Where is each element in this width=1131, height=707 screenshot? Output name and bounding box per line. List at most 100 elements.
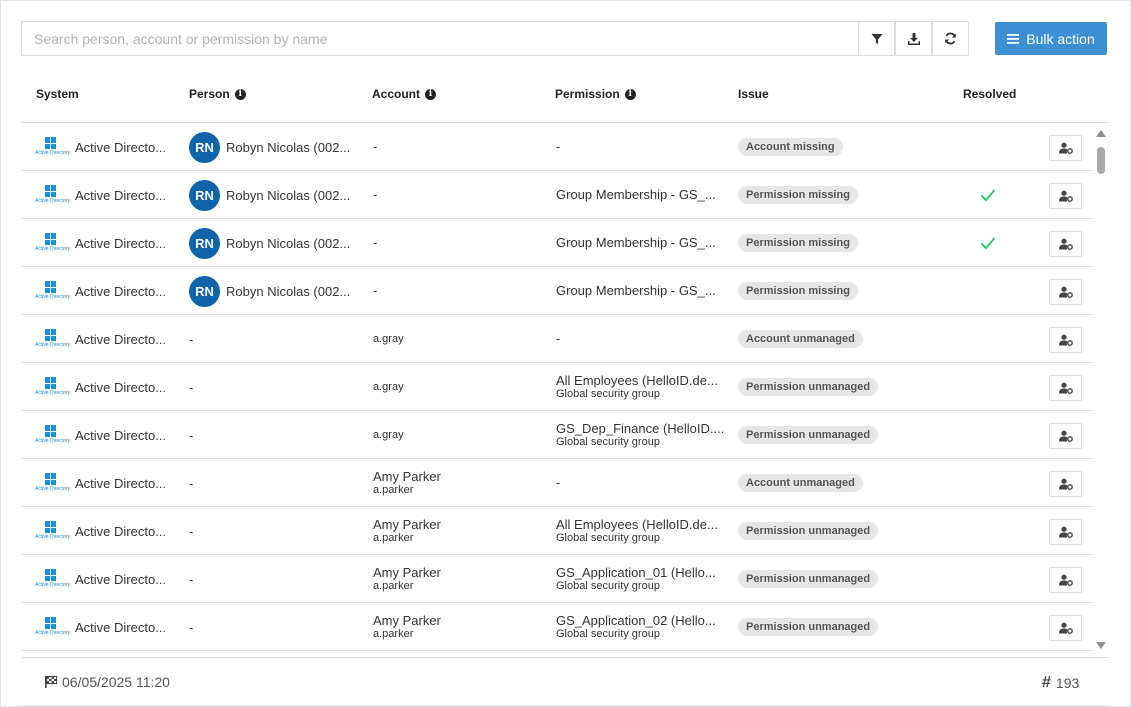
check-icon [980, 237, 996, 250]
resolve-action-button[interactable] [1049, 375, 1082, 401]
permission-name: - [556, 331, 561, 346]
table-row[interactable]: Active Directory Active Directo... RN Ro… [21, 123, 1094, 171]
avatar: RN [189, 227, 220, 259]
info-icon[interactable]: i [624, 88, 636, 100]
flag-icon [45, 676, 58, 688]
windows-icon: Active Directory [35, 425, 70, 445]
search-input[interactable] [21, 21, 859, 56]
resolve-action-button[interactable] [1049, 231, 1082, 257]
column-header-system[interactable]: System [36, 87, 79, 101]
resolve-action-button[interactable] [1049, 471, 1082, 497]
column-header-resolved-label: Resolved [963, 87, 1017, 101]
resolve-action-button[interactable] [1049, 519, 1082, 545]
resolve-action-button[interactable] [1049, 183, 1082, 209]
permission-name: All Employees (HelloID.de... [556, 372, 718, 388]
column-header-system-label: System [36, 87, 79, 101]
user-settings-icon [1058, 622, 1073, 634]
system-cell: Active Directory Active Directo... [35, 507, 166, 555]
permission-cell: GS_Dep_Finance (HelloID.... Global securi… [556, 411, 726, 459]
resolve-action-button[interactable] [1049, 279, 1082, 305]
total-count: # 193 [1042, 674, 1079, 692]
download-button[interactable] [895, 21, 932, 56]
person-name[interactable]: Robyn Nicolas (002... [226, 284, 350, 299]
person-name: - [189, 331, 194, 347]
scrollbar-thumb[interactable] [1097, 147, 1105, 174]
permission-name: GS_Dep_Finance (HelloID.... [556, 420, 725, 436]
issue-cell: Permission missing [738, 171, 858, 219]
table-row[interactable]: Active Directory Active Directo... - Amy… [21, 603, 1094, 651]
resolve-action-button[interactable] [1049, 327, 1082, 353]
person-name: - [189, 523, 194, 539]
issue-cell: Permission unmanaged [738, 363, 879, 411]
info-icon[interactable]: i [234, 88, 246, 100]
table-row[interactable]: Active Directory Active Directo... RN Ro… [21, 171, 1094, 219]
resolve-action-button[interactable] [1049, 423, 1082, 449]
user-settings-icon [1058, 526, 1073, 538]
account-name: Amy Parker [373, 612, 441, 628]
column-header-issue[interactable]: Issue [738, 87, 769, 101]
table-row[interactable]: Active Directory Active Directo... - Amy… [21, 507, 1094, 555]
table-row[interactable]: Active Directory Active Directo... - Amy… [21, 459, 1094, 507]
permission-name: GS_Application_02 (Hello... [556, 612, 716, 628]
issue-badge: Permission unmanaged [738, 522, 879, 540]
system-name: Active Directo... [75, 235, 167, 251]
issue-cell: Permission unmanaged [738, 507, 879, 555]
account-username: a.gray [373, 380, 404, 393]
system-cell: Active Directory Active Directo... [35, 315, 166, 363]
resolve-action-button[interactable] [1049, 567, 1082, 593]
resolve-action-button[interactable] [1049, 615, 1082, 641]
table-row[interactable]: Active Directory Active Directo... - a.g… [21, 363, 1094, 411]
issue-cell: Permission missing [738, 219, 858, 267]
permission-type: Global security group [556, 531, 660, 544]
account-username: a.parker [373, 531, 414, 544]
windows-icon: Active Directory [35, 233, 70, 253]
person-cell: - [189, 363, 193, 411]
account-username: a.parker [373, 579, 414, 592]
system-cell: Active Directory Active Directo... [35, 603, 166, 651]
scroll-up-arrow[interactable] [1096, 130, 1106, 137]
column-header-person[interactable]: Person i [189, 87, 246, 101]
column-header-account[interactable]: Account i [372, 87, 436, 101]
column-header-resolved[interactable]: Resolved [963, 87, 1016, 101]
issue-badge: Permission unmanaged [738, 378, 879, 396]
info-icon[interactable]: i [425, 88, 436, 100]
account-cell: a.gray [373, 411, 404, 459]
system-name: Active Directo... [75, 427, 167, 443]
issue-cell: Permission unmanaged [738, 411, 879, 459]
permission-type: Global security group [556, 627, 660, 640]
table-row[interactable]: Active Directory Active Directo... - a.g… [21, 411, 1094, 459]
permission-cell: GS_Application_01 (Hello... Global securi… [556, 555, 726, 603]
person-name[interactable]: Robyn Nicolas (002... [226, 236, 350, 251]
permission-name: - [556, 139, 561, 154]
filter-button[interactable] [858, 21, 895, 56]
windows-icon: Active Directory [35, 281, 70, 301]
refresh-button[interactable] [932, 21, 969, 56]
person-name[interactable]: Robyn Nicolas (002... [226, 188, 350, 203]
system-name: Active Directo... [75, 619, 167, 635]
table-row[interactable]: Active Directory Active Directo... RN Ro… [21, 267, 1094, 315]
system-name: Active Directo... [75, 139, 167, 155]
user-settings-icon [1058, 190, 1073, 202]
system-cell: Active Directory Active Directo... [35, 459, 166, 507]
person-name: - [189, 379, 194, 395]
table-row[interactable]: Active Directory Active Directo... - a.g… [21, 315, 1094, 363]
column-header-permission-label: Permission [555, 87, 620, 101]
table-row[interactable]: Active Directory Active Directo... RN Ro… [21, 219, 1094, 267]
user-settings-icon [1058, 238, 1073, 250]
table-row[interactable]: Active Directory Active Directo... - Amy… [21, 555, 1094, 603]
column-header-permission[interactable]: Permission i [555, 87, 636, 101]
permission-name: Group Membership - GS_... [556, 235, 716, 250]
user-settings-icon [1058, 142, 1073, 154]
resolve-action-button[interactable] [1049, 135, 1082, 161]
account-cell: - [373, 219, 377, 267]
timestamp-text: 06/05/2025 11:20 [62, 674, 170, 690]
person-name[interactable]: Robyn Nicolas (002... [226, 140, 350, 155]
issue-cell: Permission unmanaged [738, 555, 879, 603]
permission-cell: Group Membership - GS_... [556, 219, 726, 267]
account-name: - [373, 283, 378, 298]
person-cell: - [189, 459, 193, 507]
issue-cell: Permission unmanaged [738, 603, 879, 651]
bulk-action-button[interactable]: Bulk action [995, 22, 1107, 55]
permission-cell: All Employees (HelloID.de... Global secur… [556, 363, 726, 411]
scroll-down-arrow[interactable] [1096, 642, 1106, 649]
